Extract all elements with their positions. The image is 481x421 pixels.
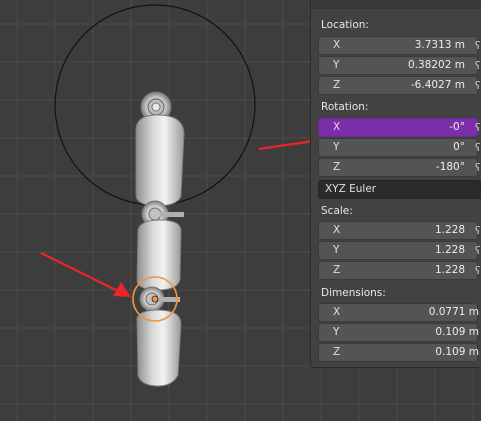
field-value: 0.0771 m [428,306,479,318]
location-z-field[interactable]: Z -6.4027 m [318,76,478,95]
panel-header [311,0,481,9]
scale-group: X 1.228 Y 1.228 Z 1.228 [318,221,478,281]
3d-viewport[interactable]: Location: X 3.7313 m Y 0.38202 m Z -6.4027 … [0,0,481,421]
dimensions-z-field[interactable]: Z 0.109 m [318,343,479,362]
lock-icon[interactable]: ʕ [475,225,481,237]
axis-label: Z [333,161,341,173]
field-value: -180° [435,161,465,173]
lock-icon[interactable]: ʕ [475,245,481,257]
location-y-field[interactable]: Y 0.38202 m [318,56,478,75]
lock-icon[interactable]: ʕ [475,40,481,52]
scale-label: Scale: [321,205,353,217]
scale-x-field[interactable]: X 1.228 [318,221,478,240]
origin-dot [151,295,159,303]
lock-icon[interactable]: ʕ [475,162,481,174]
lock-icon[interactable]: ʕ [475,60,481,72]
location-x-field[interactable]: X 3.7313 m [318,36,478,55]
dimensions-y-field[interactable]: Y 0.109 m [318,323,479,342]
axis-label: Y [333,244,340,256]
scale-z-field[interactable]: Z 1.228 [318,261,478,280]
axis-label: Z [333,346,341,358]
lock-icon[interactable]: ʕ [475,122,481,134]
dimensions-label: Dimensions: [321,287,386,299]
field-value: 0° [453,141,465,153]
field-value: 1.228 [434,264,465,276]
rotation-mode-value: XYZ Euler [325,183,377,195]
field-value: -0° [449,121,465,133]
field-value: 0.109 m [435,326,479,338]
axis-label: Z [333,79,341,91]
axis-label: Z [333,264,341,276]
field-value: -6.4027 m [410,79,465,91]
location-label: Location: [321,19,369,31]
field-value: 0.38202 m [408,59,465,71]
location-group: X 3.7313 m Y 0.38202 m Z -6.4027 m [318,36,478,96]
field-value: 1.228 [434,244,465,256]
axis-label: X [333,224,341,236]
lock-icon[interactable]: ʕ [475,142,481,154]
rotation-x-field[interactable]: X -0° [318,118,478,137]
rotation-group: X -0° Y 0° Z -180° [318,118,478,178]
axis-label: Y [333,59,340,71]
lock-icon[interactable]: ʕ [475,265,481,277]
field-value: 3.7313 m [414,39,465,51]
finger-model[interactable] [135,91,185,387]
axis-label: X [333,121,341,133]
field-value: 1.228 [434,224,465,236]
axis-label: X [333,39,341,51]
axis-label: X [333,306,341,318]
transform-panel: Location: X 3.7313 m Y 0.38202 m Z -6.4027 … [310,0,481,368]
rotation-mode-dropdown[interactable]: XYZ Euler [318,180,481,199]
dimensions-x-field[interactable]: X 0.0771 m [318,303,479,322]
rotation-z-field[interactable]: Z -180° [318,158,478,177]
dimensions-group: X 0.0771 m Y 0.109 m Z 0.109 m [318,303,479,363]
rotation-label: Rotation: [321,101,369,113]
axis-label: Y [333,326,340,338]
scale-y-field[interactable]: Y 1.228 [318,241,478,260]
rotation-y-field[interactable]: Y 0° [318,138,478,157]
field-value: 0.109 m [435,346,479,358]
axis-label: Y [333,141,340,153]
lock-icon[interactable]: ʕ [475,80,481,92]
